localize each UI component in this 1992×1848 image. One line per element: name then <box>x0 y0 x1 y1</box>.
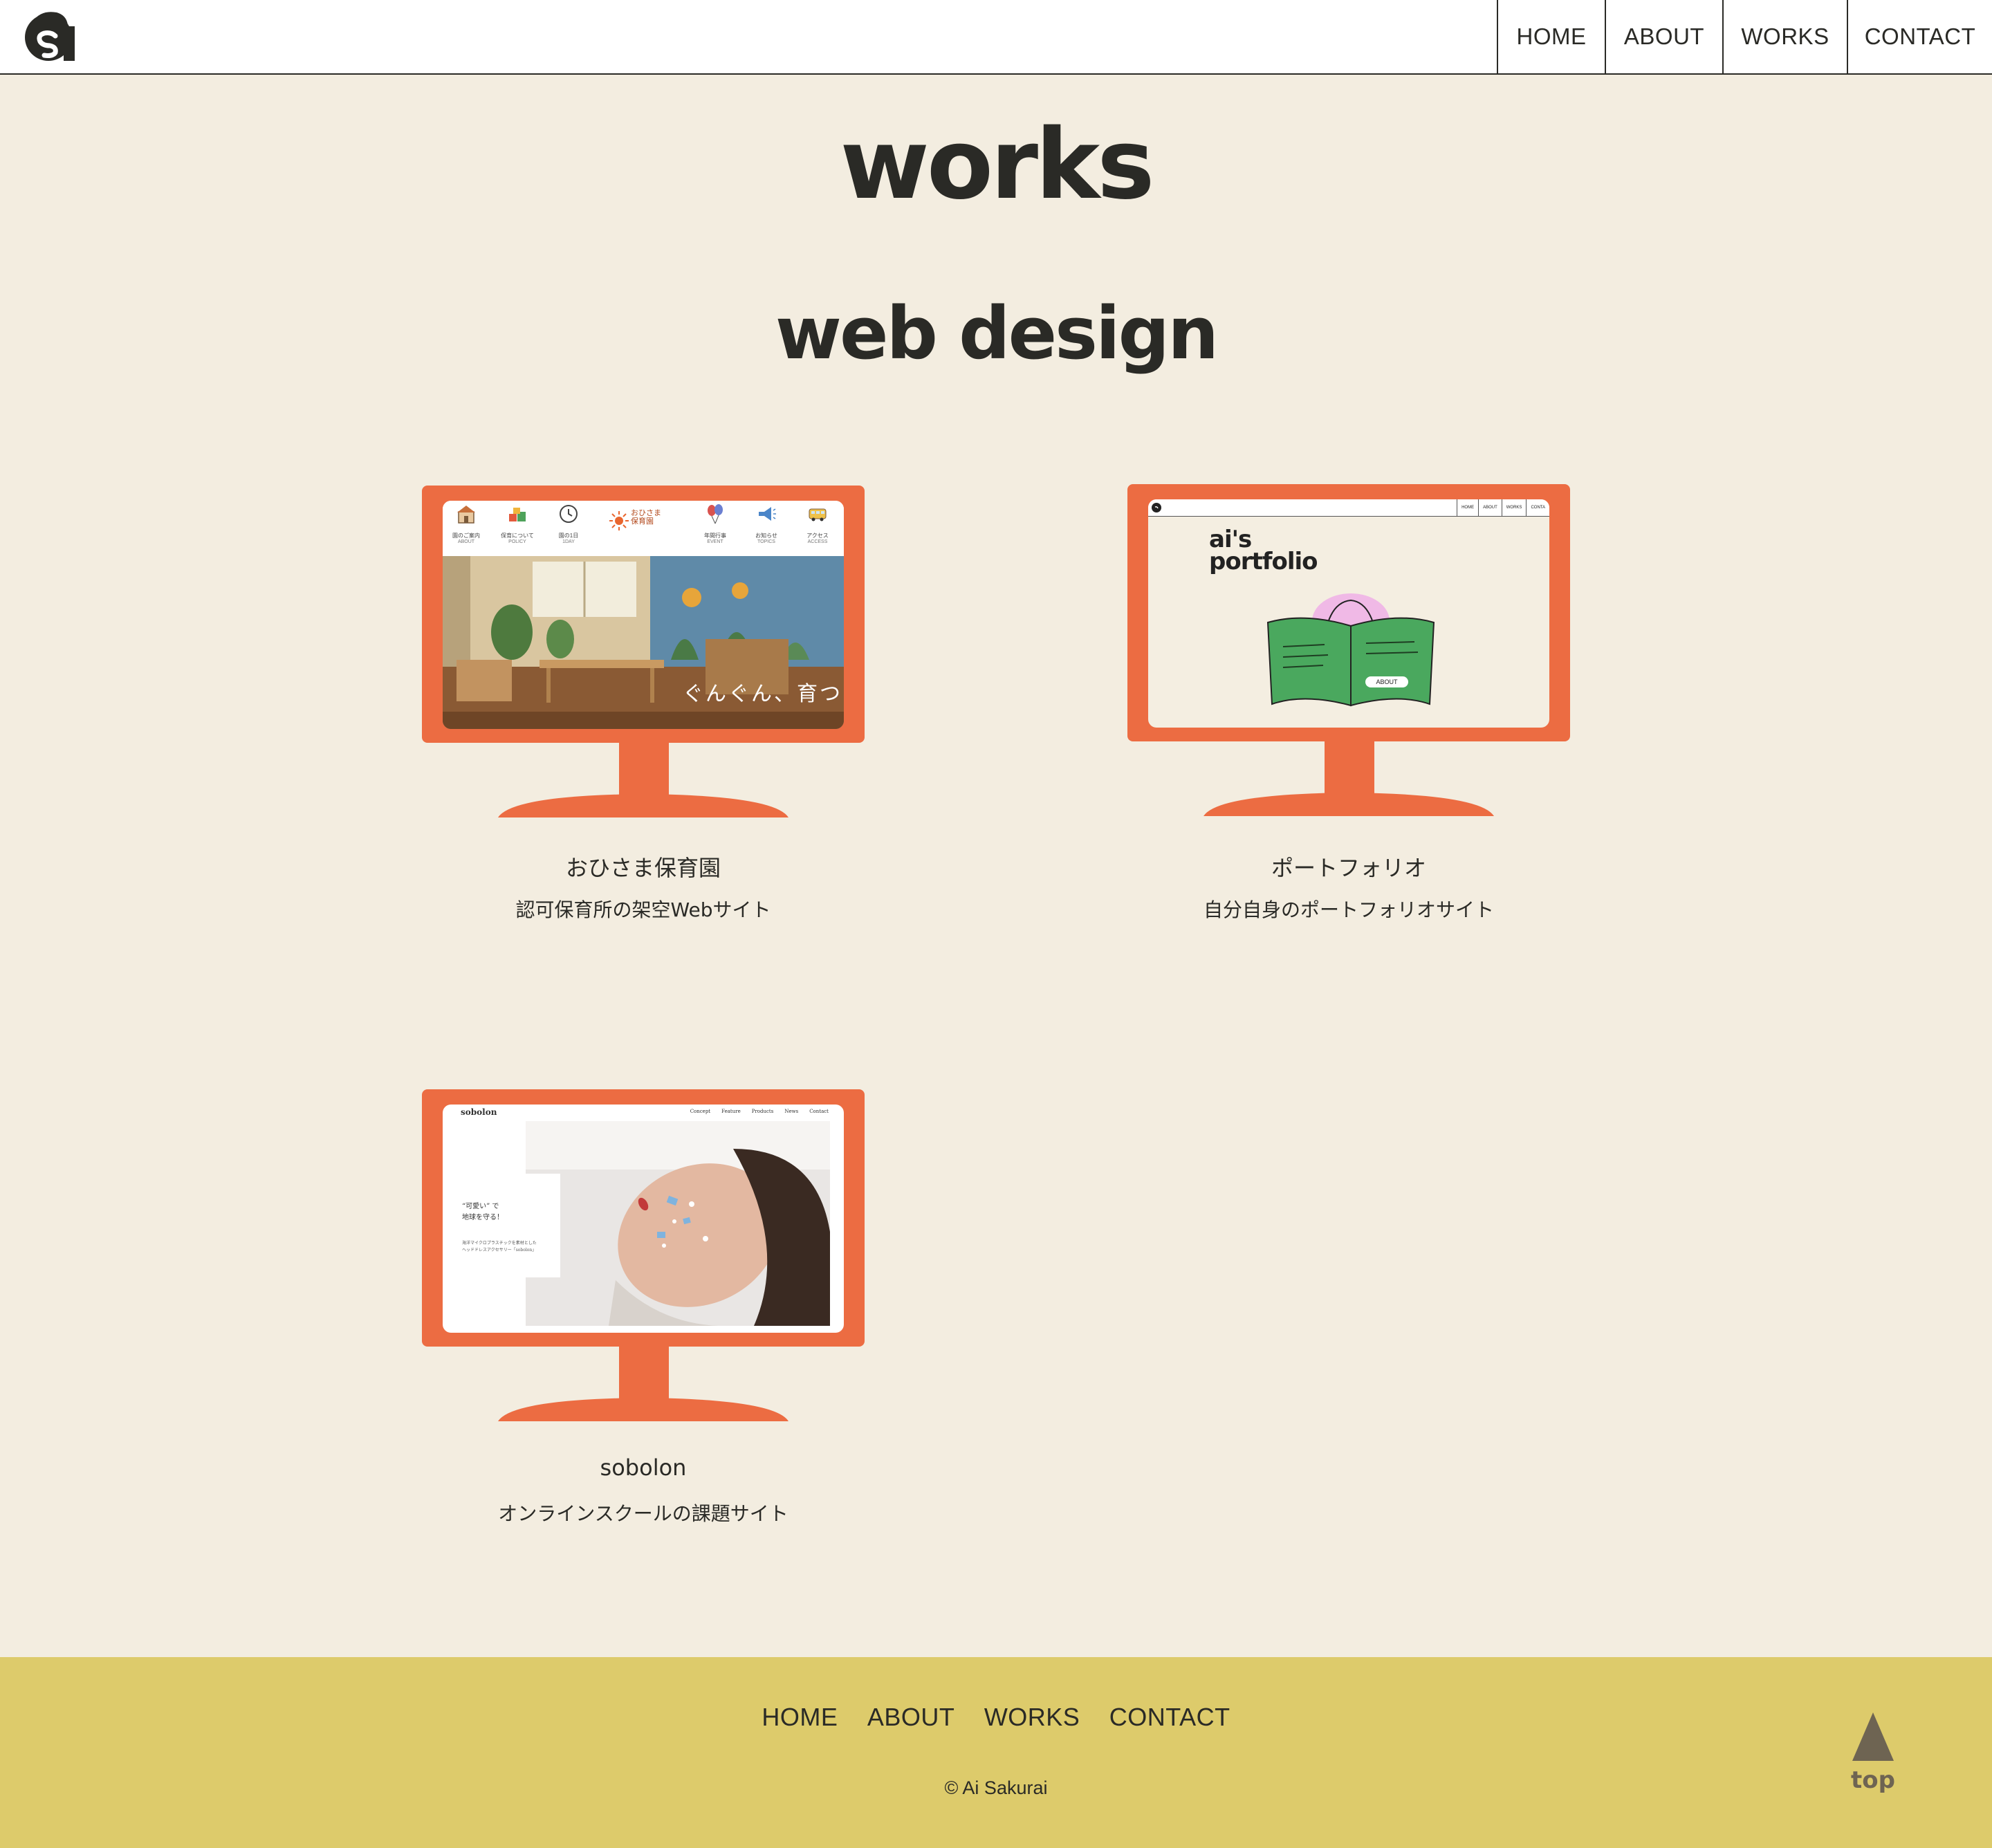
work-description: オンラインスクールの課題サイト <box>498 1502 788 1525</box>
monitor-illustration: HOME ABOUT WORKS CONTA ai's portfolio AB… <box>1127 484 1570 816</box>
thumb-nav-item: Concept <box>690 1109 711 1114</box>
megaphone-icon <box>759 507 776 521</box>
thumb-menu-jp: アクセス <box>806 533 829 539</box>
thumb-menu-en: ACCESS <box>807 539 828 544</box>
thumb-copy-main: “可愛い” で 地球を守る！ <box>462 1201 504 1223</box>
thumb-menu-jp: 園のご案内 <box>452 533 480 539</box>
thumb-menu-en: EVENT <box>707 539 723 544</box>
thumb-copy-line: ヘッドドレスアクセサリー「sobolon」 <box>462 1247 537 1253</box>
thumb-menu-about: 園のご案内 ABOUT <box>445 503 487 544</box>
work-card-portfolio[interactable]: HOME ABOUT WORKS CONTA ai's portfolio AB… <box>1127 484 1570 921</box>
thumb-menu-topics: お知らせ TOPICS <box>746 503 787 544</box>
thumb-nav: Concept Feature Products News Contact <box>690 1109 829 1114</box>
thumb-title: ai's portfolio <box>1209 528 1318 576</box>
thumb-nav-item: Feature <box>721 1109 741 1114</box>
footer-about-link[interactable]: ABOUT <box>867 1703 955 1731</box>
footer-works-link[interactable]: WORKS <box>984 1703 1080 1731</box>
footer-nav: HOME ABOUT WORKS CONTACT <box>0 1703 1992 1732</box>
sun-icon <box>609 511 629 530</box>
balloon-icon <box>708 504 723 524</box>
site-header: HOME ABOUT WORKS CONTACT <box>0 0 1992 75</box>
back-to-top-button[interactable]: top <box>1848 1712 1898 1795</box>
bus-icon <box>809 508 827 521</box>
work-thumbnail-sobolon: sobolon Concept Feature Products News Co… <box>443 1105 844 1333</box>
site-logo-icon[interactable] <box>21 6 79 64</box>
thumb-brand: sobolon <box>461 1107 497 1117</box>
thumb-menu-access: アクセス ACCESS <box>797 503 838 544</box>
thumb-nav-item: HOME <box>1457 499 1478 516</box>
thumb-menu-en: POLICY <box>508 539 526 544</box>
main-nav: HOME ABOUT WORKS CONTACT <box>1497 0 1992 75</box>
nav-home-link[interactable]: HOME <box>1497 0 1605 73</box>
footer-contact-link[interactable]: CONTACT <box>1109 1703 1230 1731</box>
monitor-base <box>498 794 788 817</box>
nav-works-link[interactable]: WORKS <box>1722 0 1847 73</box>
footer-home-link[interactable]: HOME <box>762 1703 838 1731</box>
thumb-logo-icon <box>1152 503 1161 512</box>
thumb-title-line2: portfolio <box>1209 548 1318 576</box>
copyright: © Ai Sakurai <box>944 1777 1048 1798</box>
site-footer: HOME ABOUT WORKS CONTACT © Ai Sakurai to… <box>0 1657 1992 1848</box>
thumb-menu-jp: お知らせ <box>755 533 777 539</box>
thumb-copy-line: “可愛い” で <box>462 1203 499 1210</box>
blocks-icon <box>509 508 526 521</box>
work-description: 自分自身のポートフォリオサイト <box>1203 898 1494 921</box>
clock-icon <box>560 505 578 523</box>
thumb-nav-item: News <box>784 1109 799 1114</box>
thumb-menu-en: 1DAY <box>562 539 575 544</box>
thumb-copy-sub: 海洋マイクロプラスチックを素材とした ヘッドドレスアクセサリー「sobolon」 <box>462 1240 537 1253</box>
work-title[interactable]: sobolon <box>422 1454 865 1481</box>
back-to-top-label: top <box>1851 1766 1895 1794</box>
thumb-menu-jp: 保育について <box>501 533 534 539</box>
thumb-nav-item: WORKS <box>1501 499 1527 516</box>
thumb-copy-box <box>443 1174 560 1277</box>
thumb-catch-copy: ぐんぐん、育つ <box>683 682 842 706</box>
thumb-brand-logo: おひさま 保育園 <box>609 508 678 535</box>
book-illustration <box>1266 593 1435 707</box>
section-title-web-design: web design <box>775 291 1219 376</box>
nav-contact-link[interactable]: CONTACT <box>1847 0 1992 73</box>
triangle-up-icon <box>1852 1712 1894 1761</box>
thumb-menu-jp: 園の1日 <box>558 533 579 539</box>
house-icon <box>457 506 475 524</box>
thumb-nav: 園のご案内 ABOUT 保育について POLICY 園の1日 1DAY おひさま… <box>443 501 844 556</box>
thumb-nav-item: ABOUT <box>1478 499 1502 516</box>
thumb-nav: HOME ABOUT WORKS CONTA <box>1457 499 1549 516</box>
monitor-illustration: 園のご案内 ABOUT 保育について POLICY 園の1日 1DAY おひさま… <box>422 486 865 817</box>
work-card-ohisama[interactable]: 園のご案内 ABOUT 保育について POLICY 園の1日 1DAY おひさま… <box>422 486 865 921</box>
thumb-nav-item: Products <box>751 1109 774 1114</box>
thumb-copy-line: 地球を守る！ <box>462 1214 504 1221</box>
thumb-nav-item: Contact <box>809 1109 829 1114</box>
thumb-menu-jp: 年間行事 <box>704 533 726 539</box>
nav-about-link[interactable]: ABOUT <box>1605 0 1722 73</box>
thumb-nav-item: CONTA <box>1526 499 1549 516</box>
monitor-base <box>498 1398 788 1421</box>
work-thumbnail-portfolio: HOME ABOUT WORKS CONTA ai's portfolio AB… <box>1148 499 1549 728</box>
page-title: works <box>840 109 1155 221</box>
work-title[interactable]: ポートフォリオ <box>1127 851 1570 883</box>
work-card-sobolon[interactable]: sobolon Concept Feature Products News Co… <box>422 1089 865 1525</box>
thumb-menu-policy: 保育について POLICY <box>497 503 538 544</box>
thumb-about-button: ABOUT <box>1365 676 1408 687</box>
thumb-menu-en: ABOUT <box>457 539 475 544</box>
thumb-copy-line: 海洋マイクロプラスチックを素材とした <box>462 1241 537 1246</box>
work-description: 認可保育所の架空Webサイト <box>515 898 771 921</box>
thumb-menu-event: 年間行事 EVENT <box>694 503 736 544</box>
thumb-menu-1day: 園の1日 1DAY <box>548 503 589 544</box>
thumb-brand-name: おひさま 保育園 <box>631 509 661 526</box>
work-thumbnail-ohisama: 園のご案内 ABOUT 保育について POLICY 園の1日 1DAY おひさま… <box>443 501 844 729</box>
work-title[interactable]: おひさま保育園 <box>422 851 865 883</box>
thumb-header: HOME ABOUT WORKS CONTA <box>1148 499 1549 517</box>
monitor-illustration: sobolon Concept Feature Products News Co… <box>422 1089 865 1421</box>
monitor-base <box>1204 793 1494 816</box>
model-photo <box>526 1121 830 1326</box>
thumb-menu-en: TOPICS <box>757 539 775 544</box>
